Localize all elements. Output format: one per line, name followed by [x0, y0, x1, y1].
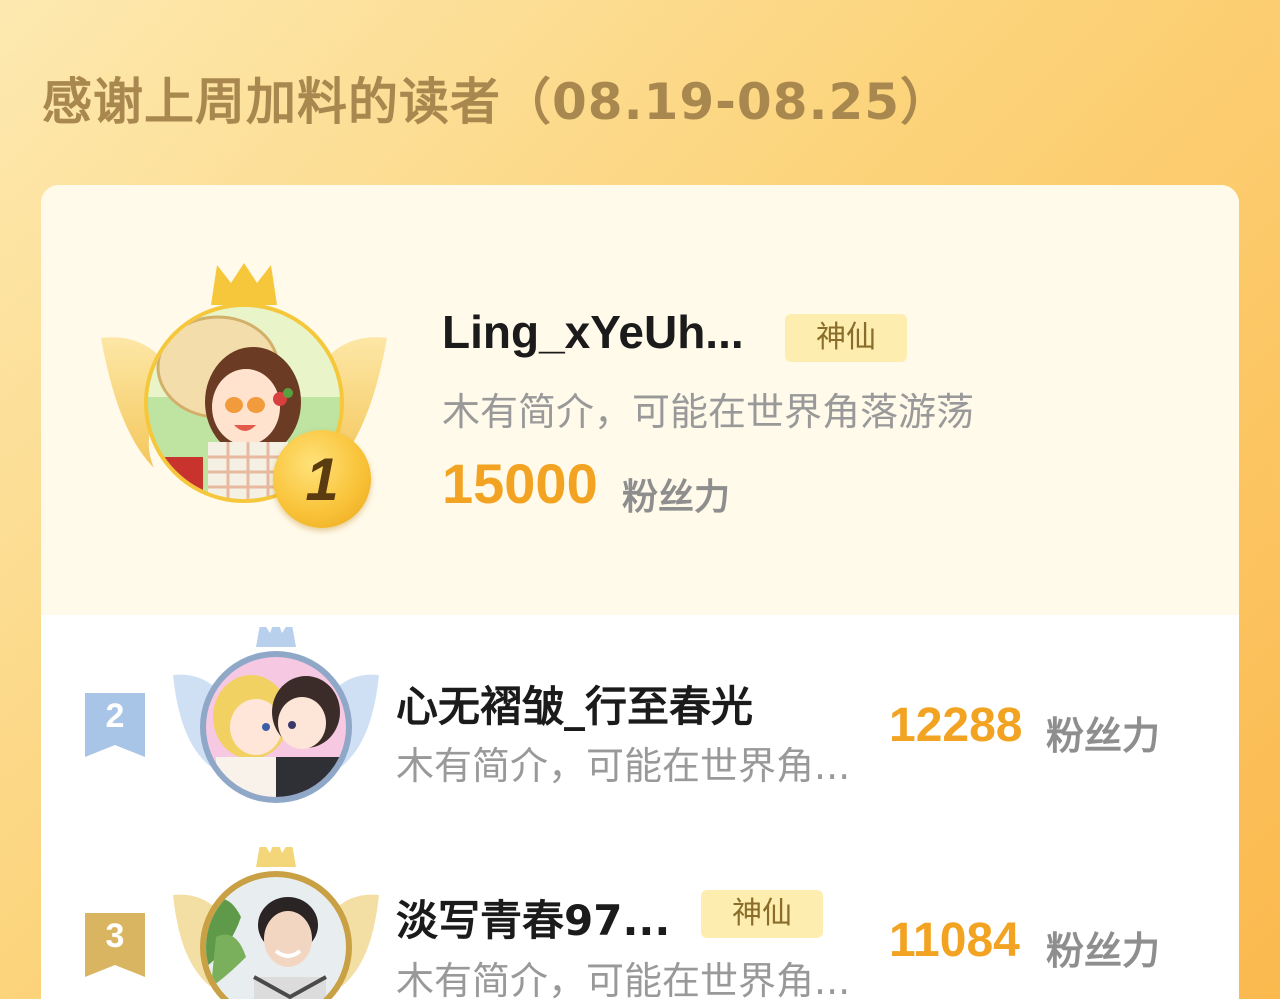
- rank2-avatar-frame[interactable]: [171, 627, 381, 807]
- rank-3-ribbon: 3: [85, 913, 145, 977]
- reader-bio: 木有简介，可能在世界角落游荡: [442, 390, 975, 434]
- rank-badge: 神仙: [785, 314, 907, 362]
- fan-power-unit: 粉丝力: [1046, 929, 1161, 973]
- rank-number: 2: [105, 697, 125, 735]
- reader-bio: 木有简介，可能在世界角...: [396, 959, 851, 999]
- top-reader-section: 1 Ling_xYeUh... 神仙 木有简介，可能在世界角落游荡 15000 …: [41, 185, 1239, 615]
- page-title: 感谢上周加料的读者（08.19-08.25）: [42, 73, 952, 131]
- reader-name[interactable]: Ling_xYeUh...: [442, 305, 744, 359]
- fan-power-score: 12288: [889, 699, 1023, 752]
- reader-list: 2 心无褶皱_行至春光 木有简介，可能在世界角... 12288 粉丝力 3 淡…: [41, 615, 1239, 999]
- rank-badge: 神仙: [701, 890, 823, 938]
- fan-power-score: 11084: [889, 914, 1020, 967]
- list-item[interactable]: 2 心无褶皱_行至春光 木有简介，可能在世界角... 12288 粉丝力: [41, 615, 1239, 825]
- fan-power-score: 15000: [442, 452, 598, 515]
- rank-2-ribbon: 2: [85, 693, 145, 757]
- leaderboard-card: 1 Ling_xYeUh... 神仙 木有简介，可能在世界角落游荡 15000 …: [41, 185, 1239, 999]
- avatar: [206, 657, 346, 797]
- anime-couple-avatar-icon: [206, 657, 346, 797]
- list-item[interactable]: 3 淡写青春97... 神仙 木有简介，可能在世界角... 11084 粉丝力: [41, 835, 1239, 999]
- reader-bio: 木有简介，可能在世界角...: [396, 744, 851, 788]
- reader-name[interactable]: 淡写青春97...: [396, 887, 670, 948]
- fan-power-unit: 粉丝力: [1046, 714, 1161, 758]
- rank3-avatar-frame[interactable]: [171, 847, 381, 999]
- reader-name[interactable]: 心无褶皱_行至春光: [396, 673, 753, 734]
- rank-number: 3: [105, 917, 125, 955]
- rank-1-medal: 1: [273, 430, 371, 528]
- fan-power-unit: 粉丝力: [622, 477, 731, 518]
